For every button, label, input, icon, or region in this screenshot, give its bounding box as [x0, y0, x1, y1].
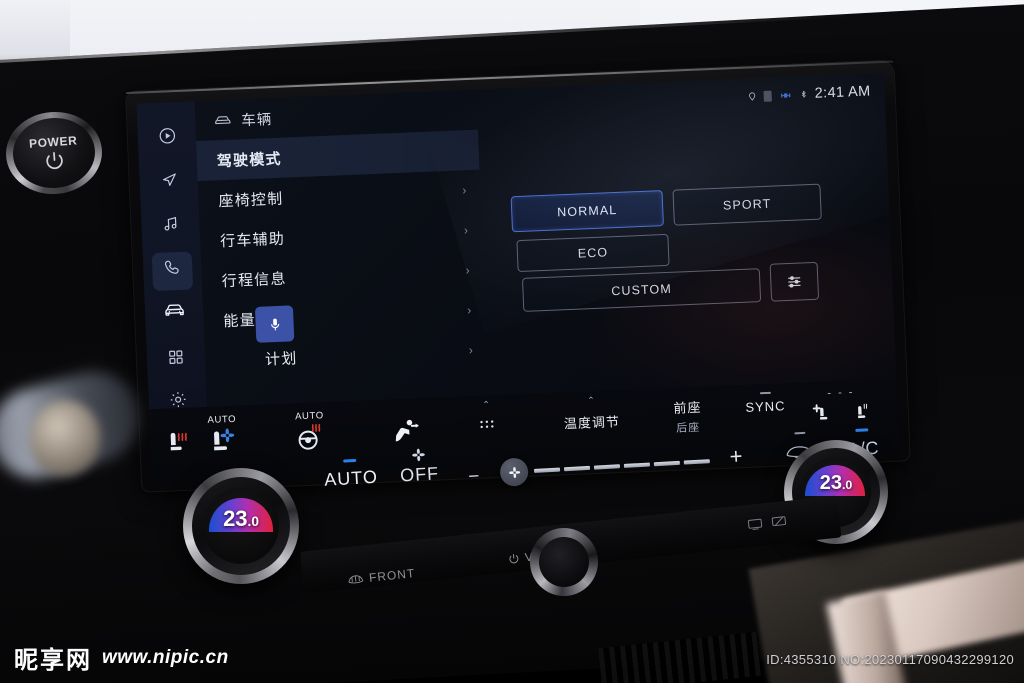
- auto-label: AUTO: [207, 413, 237, 426]
- fan-speed-slider-track[interactable]: [533, 459, 714, 473]
- drive-mode-custom-button[interactable]: CUSTOM: [521, 268, 762, 312]
- power-icon: [46, 151, 63, 169]
- drive-mode-sport-button[interactable]: SPORT: [672, 183, 822, 226]
- fan-increase-button[interactable]: +: [729, 443, 743, 470]
- power-button-label: POWER: [28, 132, 78, 151]
- drive-mode-panel: NORMAL SPORT ECO CUSTOM: [510, 183, 822, 312]
- sidebar-item-navigation[interactable]: [139, 163, 198, 195]
- caret-up-icon: ⌃: [482, 399, 491, 410]
- sidebar-item-vehicle[interactable]: [144, 293, 203, 325]
- menu-item-label: 座椅控制: [218, 190, 284, 210]
- media-connect-icon: [781, 92, 791, 98]
- microphone-icon: [270, 318, 279, 330]
- car-icon: [164, 303, 184, 316]
- apps-grid-icon: [169, 350, 183, 364]
- fan-off-label: OFF: [399, 463, 440, 486]
- voice-assistant-button[interactable]: [254, 305, 295, 343]
- fan-decrease-button[interactable]: −: [468, 466, 480, 489]
- chevron-right-icon: ›: [465, 263, 470, 278]
- auto-label: AUTO: [323, 466, 379, 490]
- page-title: 车辆: [240, 111, 273, 129]
- display-icon: [747, 518, 763, 530]
- temperature-value-left: 23.0: [223, 506, 259, 531]
- drive-mode-eco-button[interactable]: ECO: [516, 233, 670, 273]
- volume-knob[interactable]: [526, 524, 602, 600]
- car-icon: [215, 115, 231, 124]
- watermark-url: www.nipic.cn: [102, 646, 229, 668]
- sync-indicator: [759, 391, 771, 395]
- drive-mode-normal-button[interactable]: NORMAL: [510, 190, 664, 233]
- auto-climate-button[interactable]: AUTO: [323, 458, 378, 490]
- auto-on-indicator: [343, 458, 357, 463]
- navigation-arrow-icon: [162, 172, 176, 186]
- chevron-right-icon: ›: [463, 223, 469, 238]
- seat-heat-left-button[interactable]: [164, 430, 191, 464]
- sidebar-item-music[interactable]: [141, 207, 200, 239]
- phone-icon: [164, 260, 179, 274]
- fan-speed-slider-handle[interactable]: [499, 457, 529, 487]
- music-note-icon: [164, 216, 176, 231]
- menu-item-label: 行车辅助: [219, 230, 286, 250]
- front-seat-label: 前座: [673, 399, 702, 416]
- rear-seat-level-dashes: - - -: [827, 386, 855, 400]
- auto-label: AUTO: [294, 410, 324, 423]
- ac-on-indicator: [855, 428, 869, 432]
- sidebar-item-apps[interactable]: [146, 341, 205, 373]
- rear-defrost-indicator: [793, 431, 805, 435]
- sliders-icon: [788, 276, 801, 288]
- sidebar-item-media[interactable]: [137, 119, 196, 151]
- watermark-id: ID:4355310 NO:20230117090432299120: [766, 652, 1014, 667]
- drive-mode-config-button[interactable]: [769, 261, 820, 302]
- temperature-knob-left[interactable]: 23.0: [183, 468, 299, 584]
- knob-face: 23.0: [203, 488, 279, 564]
- menu-item-label: 驾驶模式: [216, 150, 283, 170]
- caret-up-icon: ⌃: [587, 395, 595, 406]
- seat-heat-icon: [170, 432, 187, 451]
- status-time: 2:41 AM: [814, 83, 871, 102]
- front-defrost-icon: [348, 575, 364, 584]
- power-button[interactable]: POWER: [3, 108, 105, 198]
- chevron-right-icon: ›: [468, 342, 474, 358]
- bluetooth-icon: [801, 90, 806, 98]
- sync-button[interactable]: SYNC: [739, 391, 792, 415]
- display-off-icon: [771, 516, 787, 527]
- sidebar-item-phone[interactable]: [143, 251, 202, 283]
- menu-item-label: 计划: [264, 349, 298, 369]
- fan-icon: [508, 466, 520, 478]
- sidebar-item-settings[interactable]: [148, 383, 207, 409]
- fan-off-button[interactable]: OFF: [399, 446, 440, 486]
- chevron-right-icon: ›: [466, 303, 472, 318]
- foreground-stalk-cap: [30, 400, 100, 476]
- signal-block-icon: [763, 90, 772, 102]
- menu-item-label: 行程信息: [221, 270, 287, 290]
- fan-icon: [412, 448, 425, 462]
- vehicle-menu-list: 驾驶模式 座椅控制 › 行车辅助 › 行程信息 › 能量流 › 计划 ›: [196, 129, 488, 381]
- screenshot-root: POWER 车辆 2:41 AM 驾驶模式 座椅控制 › 行车辅助 › 行程信息…: [0, 0, 1024, 683]
- temperature-value-right: 23.0: [819, 472, 853, 494]
- gear-icon: [170, 391, 186, 407]
- display-buttons-group[interactable]: [747, 515, 787, 531]
- infotainment-screen: 车辆 2:41 AM 驾驶模式 座椅控制 › 行车辅助 › 行程信息 › 能量流…: [136, 72, 897, 410]
- seat-fan-left-button[interactable]: AUTO: [207, 414, 238, 462]
- front-defrost-label: FRONT: [368, 566, 416, 585]
- media-play-icon: [159, 127, 175, 144]
- watermark-brand: 昵享网: [14, 647, 92, 674]
- seat-fan-icon: [214, 428, 235, 451]
- power-icon: [509, 553, 519, 564]
- screen-content: 车辆 2:41 AM 驾驶模式 座椅控制 › 行车辅助 › 行程信息 › 能量流…: [194, 73, 896, 407]
- watermark: 昵享网 www.nipic.cn: [14, 640, 229, 675]
- location-pin-icon: [749, 92, 756, 101]
- chevron-right-icon: ›: [462, 183, 467, 198]
